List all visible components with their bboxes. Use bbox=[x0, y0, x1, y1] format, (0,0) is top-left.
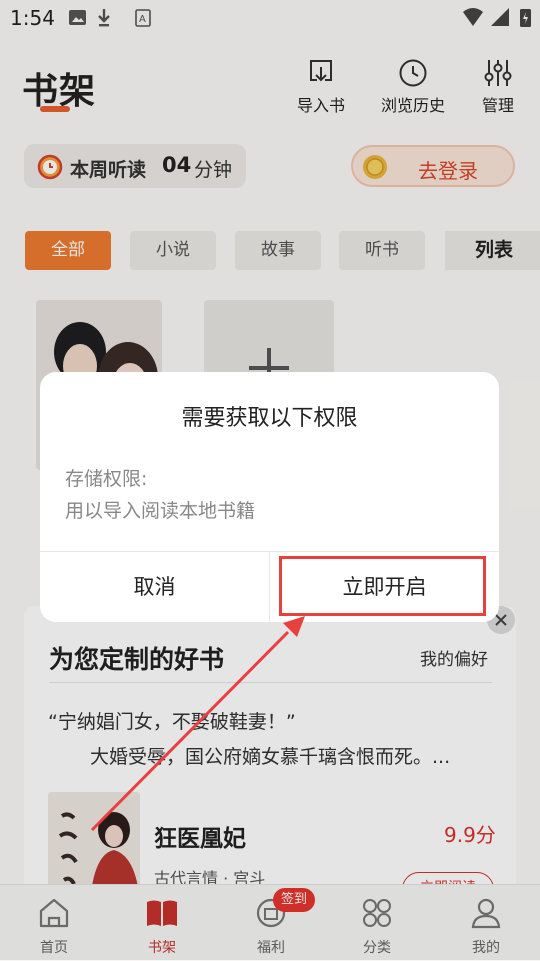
highlight-box bbox=[279, 556, 486, 616]
permission-purpose: 用以导入阅读本地书籍 bbox=[65, 500, 256, 522]
dialog-title: 需要获取以下权限 bbox=[181, 406, 358, 431]
permission-name: 存储权限: bbox=[65, 468, 148, 490]
cancel-button[interactable]: 取消 bbox=[40, 552, 269, 622]
